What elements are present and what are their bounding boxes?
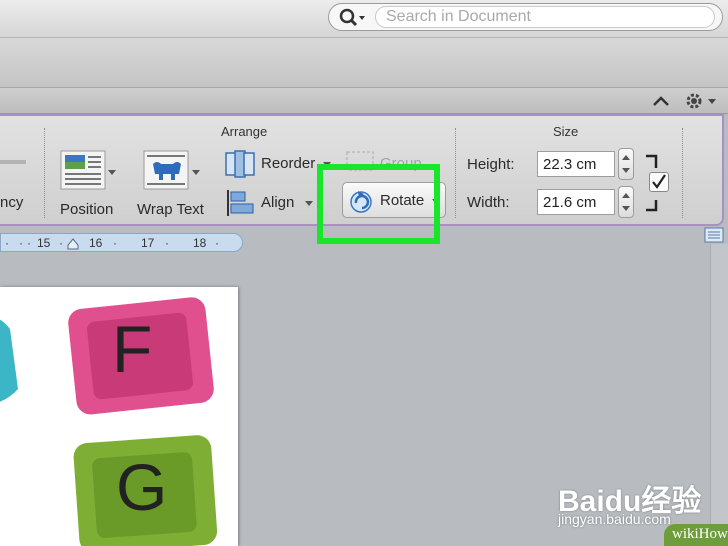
size-group-label: Size [553,124,579,139]
position-icon[interactable] [60,150,106,190]
title-bar [0,0,728,38]
reorder-label[interactable]: Reorder [261,155,315,172]
group-separator [44,128,45,218]
width-field[interactable]: 21.6 cm [537,189,615,215]
teal-letter-block-image[interactable] [0,309,20,409]
indent-marker-icon[interactable] [67,238,79,250]
checkmark-icon [652,174,666,189]
ruler-tick-label: 16 [89,236,103,250]
document-search[interactable] [328,3,723,31]
width-label: Width: [467,194,510,211]
search-icon[interactable] [339,8,367,28]
width-stepper[interactable] [618,186,634,218]
ruler-toggle-icon[interactable] [704,227,724,243]
chevron-down-icon[interactable] [622,168,630,173]
reorder-icon[interactable] [225,150,255,178]
arrange-group-label: Arrange [221,124,268,139]
ruler-tick-label: 15 [37,236,51,250]
chevron-up-icon[interactable] [622,155,630,160]
group-separator [455,128,456,218]
align-label[interactable]: Align [261,194,294,211]
vertical-scrollbar[interactable] [710,244,728,546]
align-dropdown-caret[interactable] [305,201,313,206]
position-dropdown-caret[interactable] [108,170,116,175]
standard-toolbar [0,38,728,88]
rotate-highlight-box [317,164,440,244]
document-page[interactable]: F G [0,287,238,546]
block-letter: G [116,450,168,524]
height-field[interactable]: 22.3 cm [537,151,615,177]
wrap-text-label: Wrap Text [137,201,204,218]
wrap-text-icon[interactable] [143,150,189,190]
lock-aspect-ratio-checkbox[interactable] [649,172,669,192]
wrap-text-dropdown-caret[interactable] [192,170,200,175]
group-separator [682,128,683,218]
chevron-up-icon[interactable] [622,193,630,198]
chevron-down-icon[interactable] [622,206,630,211]
height-stepper[interactable] [618,148,634,180]
wikihow-watermark: wikiHow [664,524,728,546]
horizontal-ruler[interactable]: · · · 15 · 16 · 17 · 18 · [0,233,243,252]
ribbon-tab-strip [0,88,728,114]
gear-icon[interactable] [682,90,720,112]
position-label: Position [60,201,114,218]
transparency-slider-icon[interactable] [0,160,26,164]
align-icon[interactable] [225,189,255,217]
ruler-tick-label: 17 [141,236,155,250]
collapse-ribbon-icon[interactable] [650,92,672,110]
block-letter: F [112,312,153,386]
ruler-tick-label: 18 [193,236,207,250]
height-label: Height: [467,156,515,173]
watermark-url: jingyan.baidu.com [558,511,671,527]
transparency-label: ncy [0,194,24,211]
search-input[interactable] [375,6,715,28]
